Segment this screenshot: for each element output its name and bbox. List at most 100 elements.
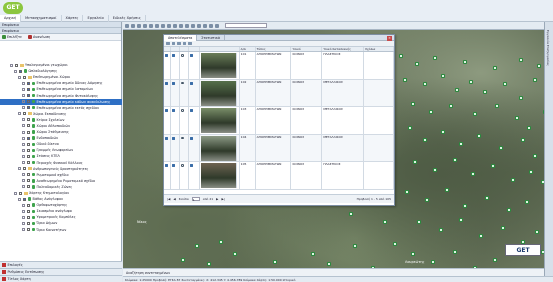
recycling-bin-marker[interactable] — [453, 158, 457, 162]
recycling-bin-marker[interactable] — [181, 258, 185, 262]
recycling-bin-marker[interactable] — [408, 126, 412, 130]
recycling-bin-marker[interactable] — [453, 250, 457, 254]
recycling-bin-marker[interactable] — [433, 56, 437, 60]
table-row[interactable]: 103 ΑΠΟΡΡΙΜΜΑΤΩΝ ΚΟΙΝΟΣ ΜΕΤΑΛΛΙΚΟΣ — [164, 107, 394, 135]
recycling-bin-marker[interactable] — [525, 200, 529, 204]
layer-checkbox[interactable] — [27, 142, 30, 146]
clear-icon[interactable] — [203, 23, 207, 28]
recycling-bin-marker[interactable] — [425, 198, 429, 202]
layer-checkbox[interactable] — [27, 136, 30, 140]
row-checkbox[interactable] — [165, 81, 168, 85]
recycling-bin-marker[interactable] — [399, 54, 403, 58]
zoom-cell[interactable] — [171, 52, 180, 79]
recycling-bin-marker[interactable] — [477, 134, 481, 138]
eye-icon[interactable] — [180, 109, 185, 112]
menu-item[interactable]: Μετασχηματισμοί — [21, 15, 62, 22]
expand-toggle-icon[interactable] — [22, 209, 25, 213]
column-header[interactable]: Υλικό Κατασκευής — [322, 47, 365, 51]
photo-thumbnail[interactable] — [200, 80, 237, 106]
expand-toggle-icon[interactable] — [22, 173, 25, 177]
edit-cell[interactable] — [189, 52, 200, 79]
right-tool-strip[interactable]: Εργαλεία Επεξεργασίας — [544, 22, 553, 276]
recycling-bin-marker[interactable] — [459, 218, 463, 222]
zoom-cell[interactable] — [171, 162, 180, 189]
photo-cell[interactable] — [200, 162, 240, 189]
recycling-bin-marker[interactable] — [415, 62, 419, 66]
eye-icon[interactable] — [180, 81, 185, 84]
recycling-bin-marker[interactable] — [463, 204, 467, 208]
layer-checkbox[interactable] — [23, 197, 26, 201]
layer-checkbox[interactable] — [27, 215, 30, 219]
expand-toggle-icon[interactable] — [22, 221, 25, 225]
photo-cell[interactable] — [200, 134, 240, 161]
edit-icon[interactable] — [189, 136, 193, 140]
recycling-bin-marker[interactable] — [493, 66, 497, 70]
full-extent-icon[interactable] — [155, 23, 159, 28]
pan-icon[interactable] — [137, 23, 141, 28]
table-row[interactable]: 102 ΑΠΟΡΡΙΜΜΑΤΩΝ ΚΟΙΝΟΣ ΜΕΤΑΛΛΙΚΟΣ — [164, 79, 394, 107]
layer-checkbox[interactable] — [23, 112, 26, 116]
edit-icon[interactable] — [189, 109, 193, 112]
row-select-cell[interactable] — [164, 79, 171, 106]
menu-item[interactable]: Ειδικές Χρήσεις — [109, 15, 146, 22]
recycling-bin-marker[interactable] — [433, 168, 437, 172]
expand-toggle-icon[interactable] — [22, 130, 25, 134]
column-header[interactable] — [189, 47, 200, 51]
zoom-cell[interactable] — [171, 107, 180, 134]
export-icon[interactable] — [185, 23, 189, 28]
page-number-input[interactable]: 1 — [191, 197, 200, 202]
view-cell[interactable] — [180, 134, 189, 161]
layer-checkbox[interactable] — [27, 100, 30, 104]
identify-icon[interactable] — [161, 23, 165, 28]
close-icon[interactable]: ✕ — [387, 35, 392, 41]
column-header[interactable]: Σχόλια — [364, 47, 394, 51]
print-icon[interactable] — [188, 41, 192, 46]
recycling-bin-marker[interactable] — [499, 146, 503, 150]
view-cell[interactable] — [180, 162, 189, 189]
recycling-bin-marker[interactable] — [527, 126, 531, 130]
row-select-cell[interactable] — [164, 162, 171, 189]
expand-toggle-icon[interactable] — [22, 118, 25, 122]
recycling-bin-marker[interactable] — [521, 138, 525, 142]
coordinate-search-bar[interactable]: Αναζήτηση συντεταγμένων — [123, 268, 544, 276]
recycling-bin-marker[interactable] — [459, 142, 463, 146]
column-header[interactable]: Υλικό — [291, 47, 323, 51]
recycling-bin-marker[interactable] — [507, 208, 511, 212]
recycling-bin-marker[interactable] — [393, 242, 397, 246]
layer-checkbox[interactable] — [15, 63, 18, 67]
table-row[interactable]: 104 ΑΠΟΡΡΙΜΜΑΤΩΝ ΚΟΙΝΟΣ ΜΕΤΑΛΛΙΚΟΣ — [164, 134, 394, 162]
photo-thumbnail[interactable] — [200, 108, 237, 133]
column-header[interactable]: Α/Α — [240, 47, 256, 51]
tab-results[interactable]: Αποτελέσματα — [164, 34, 198, 41]
expand-toggle-icon[interactable] — [22, 81, 25, 85]
layer-checkbox[interactable] — [27, 94, 30, 98]
layer-checkbox[interactable] — [27, 203, 30, 207]
layer-checkbox[interactable] — [19, 191, 22, 195]
layer-checkbox[interactable] — [27, 130, 30, 134]
photo-thumbnail[interactable] — [200, 163, 237, 188]
view-cell[interactable] — [180, 52, 189, 79]
refresh-icon[interactable] — [177, 41, 181, 46]
edit-icon[interactable] — [189, 164, 193, 167]
zoom-cell[interactable] — [171, 134, 180, 161]
row-checkbox[interactable] — [165, 164, 168, 167]
expand-toggle-icon[interactable] — [18, 197, 21, 201]
photo-thumbnail[interactable] — [200, 53, 237, 78]
expand-toggle-icon[interactable] — [22, 136, 25, 140]
expand-toggle-icon[interactable] — [14, 69, 17, 73]
recycling-bin-marker[interactable] — [449, 104, 453, 108]
expand-toggle-icon[interactable] — [18, 75, 21, 79]
recycling-bin-marker[interactable] — [471, 172, 475, 176]
zoom-cell[interactable] — [171, 79, 180, 106]
expand-toggle-icon[interactable] — [22, 203, 25, 207]
recycling-bin-marker[interactable] — [417, 220, 421, 224]
map-search-input[interactable] — [225, 23, 267, 28]
help-icon[interactable] — [215, 23, 219, 28]
expand-toggle-icon[interactable] — [22, 87, 25, 91]
recycling-bin-marker[interactable] — [533, 154, 537, 158]
photo-thumbnail[interactable] — [200, 135, 237, 161]
recycling-bin-marker[interactable] — [537, 64, 541, 68]
recycling-bin-marker[interactable] — [195, 244, 199, 248]
recycling-bin-marker[interactable] — [455, 88, 459, 92]
zoom-out-icon[interactable] — [131, 23, 135, 28]
